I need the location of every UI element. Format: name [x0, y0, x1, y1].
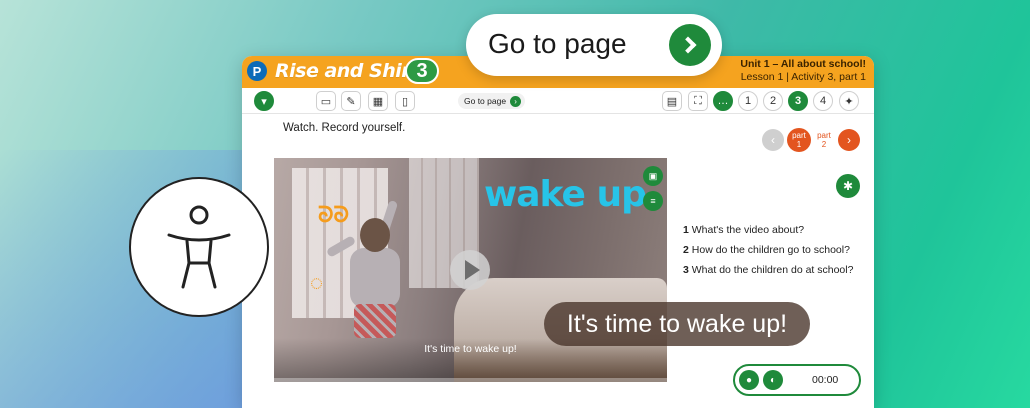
page-button-4[interactable]: 4 [813, 91, 833, 111]
question-list: 1 What's the video about? 2 How do the c… [683, 220, 853, 280]
goto-page-callout-label: Go to page [488, 28, 627, 59]
subtitle-callout: It's time to wake up! [544, 302, 810, 346]
screen-capture-icon[interactable]: ⛶ [688, 91, 708, 111]
play-button[interactable] [450, 250, 490, 290]
voice-recorder: ● ◐ 00:00 [733, 364, 861, 396]
part-1-word: part [792, 131, 806, 140]
video-progress-bar[interactable] [274, 378, 667, 382]
brand-logo: Rise and Shine [275, 60, 427, 82]
publisher-logo: P [247, 61, 267, 81]
question-item: 3 What do the children do at school? [683, 264, 854, 276]
chevron-right-icon [669, 24, 711, 66]
microphone-icon[interactable]: ● [739, 370, 759, 390]
previous-part-button[interactable]: ‹ [762, 129, 784, 151]
hint-icon[interactable]: ✱ [836, 174, 860, 198]
page-button-3[interactable]: 3 [788, 91, 808, 111]
video-player[interactable]: ᘐᘐ ◌ wake up ▣ ≡ It's time to wake up! [274, 158, 667, 382]
book-icon[interactable]: ▤ [662, 91, 682, 111]
part-1-number: 1 [796, 140, 802, 149]
lesson-title: Lesson 1 | Activity 3, part 1 [740, 71, 866, 83]
question-item: 2 How do the children go to school? [683, 244, 850, 256]
unit-lesson-title: Unit 1 – All about school! Lesson 1 | Ac… [740, 58, 866, 84]
accessibility-figure [167, 205, 231, 289]
promo-frame: P Rise and Shine 3 Unit 1 – All about sc… [0, 0, 1030, 408]
document-icon[interactable]: ▯ [395, 91, 415, 111]
page-button-1[interactable]: 1 [738, 91, 758, 111]
part-2-tab[interactable]: part 2 [812, 128, 836, 152]
page-button-2[interactable]: 2 [763, 91, 783, 111]
part-2-word: part [817, 131, 831, 140]
play-icon [464, 260, 480, 280]
expand-down-icon[interactable]: ▾ [254, 91, 274, 111]
sparkle-icon[interactable]: ✦ [839, 91, 859, 111]
captions-off-icon[interactable]: ▣ [643, 166, 663, 186]
accessibility-icon [129, 177, 269, 317]
recording-time: 00:00 [812, 374, 839, 386]
chat-icon[interactable]: … [713, 91, 733, 111]
swirl-decoration: ◌ [310, 270, 324, 295]
goto-page-callout: Go to page [466, 14, 722, 76]
chevron-right-icon: › [510, 95, 522, 107]
squiggle-decoration: ᘐᘐ [318, 202, 349, 227]
video-title-overlay: wake up [484, 174, 647, 215]
presentation-icon[interactable]: ▭ [316, 91, 336, 111]
unit-title: Unit 1 – All about school! [740, 58, 866, 70]
level-badge: 3 [405, 58, 439, 84]
activity-instruction: Watch. Record yourself. [283, 122, 406, 134]
goto-page-button[interactable]: Go to page › [458, 93, 526, 109]
grid-icon[interactable]: ▦ [368, 91, 388, 111]
question-item: 1 What's the video about? [683, 224, 805, 236]
goto-page-label: Go to page [464, 96, 507, 106]
playback-icon[interactable]: ◐ [763, 370, 783, 390]
activity-content: Watch. Record yourself. ‹ part 1 part 2 … [242, 114, 874, 408]
notebook-icon[interactable]: ✎ [341, 91, 361, 111]
toolbar: ▾ ▭ ✎ ▦ ▯ Go to page › ▤ ⛶ … 1 2 3 4 ✦ [242, 88, 874, 114]
app-window: P Rise and Shine 3 Unit 1 – All about sc… [242, 56, 874, 408]
part-2-number: 2 [821, 140, 827, 149]
part-1-tab[interactable]: part 1 [787, 128, 811, 152]
transcript-icon[interactable]: ≡ [643, 191, 663, 211]
next-part-button[interactable]: › [838, 129, 860, 151]
